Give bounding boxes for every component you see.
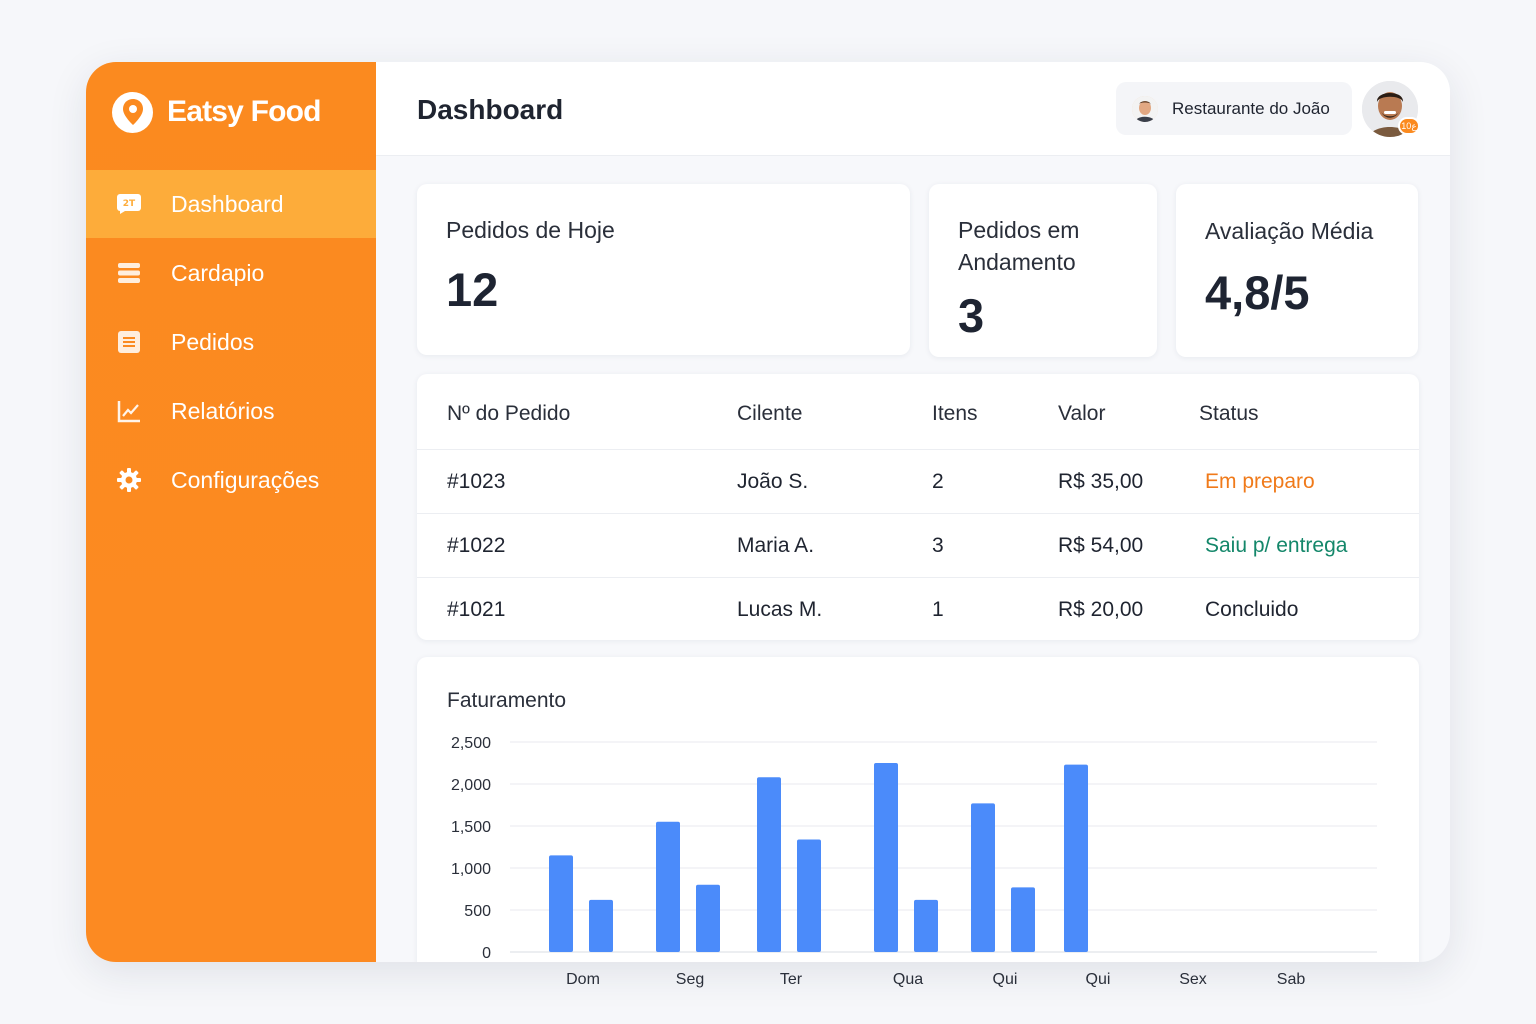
- table-row[interactable]: #1023 João S. 2 R$ 35,00 Em preparo: [417, 449, 1419, 513]
- sidebar-item-label: Pedidos: [171, 328, 255, 355]
- y-tick-label: 500: [464, 903, 491, 920]
- column-header-status[interactable]: Status: [1199, 402, 1259, 426]
- chart-bar: [914, 899, 938, 952]
- stat-value: 3: [958, 289, 985, 342]
- column-header-order[interactable]: Nº do Pedido: [447, 402, 570, 426]
- y-tick-label: 2,000: [451, 777, 491, 794]
- restaurant-name: Restaurante do João: [1172, 98, 1330, 118]
- x-tick-label: Sab: [1277, 971, 1306, 988]
- order-id: #1021: [447, 597, 506, 621]
- chart-bar: [1011, 887, 1035, 952]
- sidebar-item-label: Relatórios: [171, 397, 275, 424]
- stat-card-in-progress: Pedidos em Andamento 3: [929, 184, 1157, 357]
- sidebar-item-relatorios[interactable]: Relatórios: [86, 377, 376, 445]
- x-tick-label: Sex: [1179, 971, 1207, 988]
- sidebar-item-label: Dashboard: [171, 190, 284, 217]
- stat-value: 12: [446, 263, 499, 316]
- top-header: Dashboard Restaurante do João ع10: [376, 62, 1450, 156]
- order-items: 3: [932, 533, 944, 557]
- sidebar-item-configuracoes[interactable]: Configurações: [86, 446, 376, 514]
- x-tick-label: Ter: [780, 971, 803, 988]
- sidebar: Eatsy Food 2T Dashboard Cardapio Pedidos…: [86, 62, 376, 962]
- x-tick-label: Qua: [893, 971, 923, 988]
- x-tick-label: Dom: [566, 971, 600, 988]
- x-tick-label: Qui: [993, 971, 1018, 988]
- order-value: R$ 20,00: [1058, 597, 1144, 621]
- y-tick-label: 1,500: [451, 819, 491, 836]
- order-status: Concluido: [1205, 597, 1299, 621]
- brand[interactable]: Eatsy Food: [112, 90, 322, 134]
- chart-bar: [549, 855, 573, 952]
- sidebar-item-label: Configurações: [171, 466, 320, 493]
- column-header-client[interactable]: Cilente: [737, 402, 802, 426]
- sidebar-item-dashboard[interactable]: 2T Dashboard: [86, 170, 376, 238]
- order-items: 1: [932, 597, 944, 621]
- gear-icon: [116, 467, 142, 493]
- chart-bar: [874, 763, 898, 952]
- brand-name: Eatsy Food: [167, 95, 322, 128]
- sidebar-item-label: Cardapio: [171, 259, 265, 286]
- stat-label: Pedidos em Andamento: [958, 217, 1080, 275]
- order-value: R$ 54,00: [1058, 533, 1144, 557]
- y-tick-label: 0: [482, 945, 491, 962]
- menu-list-icon: [116, 260, 142, 286]
- stat-label: Avaliação Média: [1205, 218, 1374, 244]
- stat-value: 4,8/5: [1205, 266, 1310, 319]
- order-value: R$ 35,00: [1058, 469, 1144, 493]
- order-client: Maria A.: [737, 533, 815, 557]
- column-header-value[interactable]: Valor: [1058, 402, 1105, 426]
- y-tick-label: 2,500: [451, 735, 491, 752]
- table-header: Nº do Pedido Cilente Itens Valor Status: [417, 382, 1419, 446]
- order-id: #1023: [447, 469, 506, 493]
- table-row[interactable]: #1022 Maria A. 3 R$ 54,00 Saiu p/ entreg…: [417, 513, 1419, 577]
- order-status: Saiu p/ entrega: [1205, 533, 1348, 557]
- chart-bar: [589, 899, 613, 952]
- order-client: Lucas M.: [737, 597, 823, 621]
- notification-badge: ع10: [1398, 117, 1420, 135]
- order-items: 2: [932, 469, 944, 493]
- orders-table: Nº do Pedido Cilente Itens Valor Status …: [417, 374, 1419, 640]
- chart-bar: [757, 777, 781, 952]
- table-row[interactable]: #1021 Lucas M. 1 R$ 20,00 Concluido: [417, 577, 1419, 641]
- x-tick-label: Qui: [1086, 971, 1111, 988]
- stat-label: Pedidos de Hoje: [446, 217, 615, 243]
- order-status: Em preparo: [1205, 469, 1315, 493]
- location-pin-icon: [112, 91, 153, 133]
- column-header-items[interactable]: Itens: [932, 402, 978, 426]
- y-tick-label: 1,000: [451, 861, 491, 878]
- sidebar-item-cardapio[interactable]: Cardapio: [86, 239, 376, 307]
- chart-bar: [797, 839, 821, 952]
- restaurant-selector[interactable]: Restaurante do João: [1116, 82, 1352, 135]
- stat-card-today-orders: Pedidos de Hoje 12: [417, 184, 910, 355]
- chart-bar: [971, 803, 995, 952]
- order-client: João S.: [737, 469, 809, 493]
- page-title: Dashboard: [417, 94, 564, 125]
- restaurant-avatar: [1132, 95, 1158, 122]
- stat-card-rating: Avaliação Média 4,8/5: [1176, 184, 1418, 357]
- order-id: #1022: [447, 533, 506, 557]
- chart-icon: [116, 398, 142, 424]
- dashboard-icon: 2T: [116, 191, 142, 217]
- svg-text:2T: 2T: [123, 199, 136, 209]
- sidebar-nav: 2T Dashboard Cardapio Pedidos Relatórios…: [86, 170, 376, 515]
- sidebar-item-pedidos[interactable]: Pedidos: [86, 308, 376, 376]
- x-tick-label: Seg: [676, 971, 704, 988]
- revenue-chart: 0 500 1,000 1,500 2,000 2,500 Dom Seg Ter Qua Qui Q…: [451, 735, 1377, 988]
- orders-icon: [116, 329, 142, 355]
- avatar[interactable]: ع10: [1362, 81, 1420, 137]
- chart-bar: [696, 884, 720, 952]
- chart-bar: [1064, 764, 1088, 952]
- chart-bar: [656, 821, 680, 952]
